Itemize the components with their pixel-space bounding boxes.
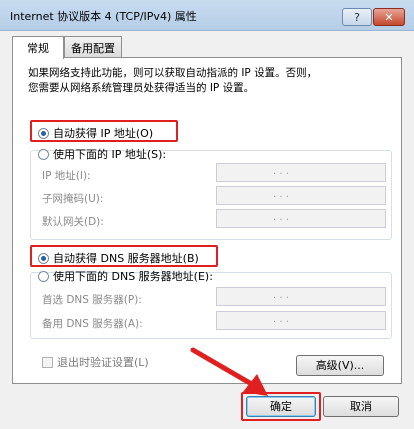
annotation-arrow-icon bbox=[190, 347, 268, 396]
tab-general[interactable]: 常规 bbox=[12, 36, 64, 59]
